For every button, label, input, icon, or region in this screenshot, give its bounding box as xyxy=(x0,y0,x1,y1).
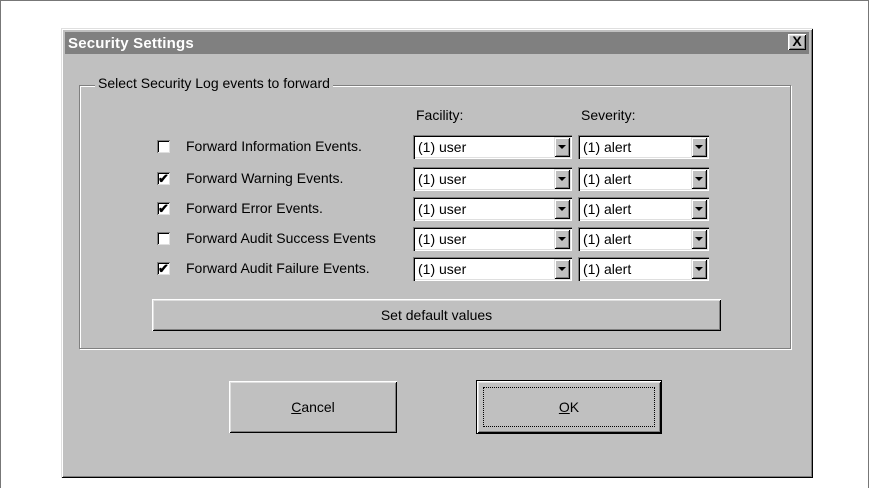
event-row-audit-failure: ✔ Forward Audit Failure Events. (1) user… xyxy=(61,257,813,281)
warning-checkbox[interactable]: ✔ xyxy=(157,172,170,185)
chevron-down-icon[interactable] xyxy=(554,137,570,157)
warning-facility-select[interactable]: (1) user xyxy=(413,167,572,191)
dialog-title: Security Settings xyxy=(68,35,194,52)
information-label: Forward Information Events. xyxy=(186,138,362,154)
set-default-values-label: Set default values xyxy=(380,307,493,323)
close-icon: X xyxy=(792,33,802,49)
focus-rectangle xyxy=(483,387,655,427)
chevron-down-icon[interactable] xyxy=(691,259,707,279)
chevron-down-icon[interactable] xyxy=(691,137,707,157)
severity-value: (1) alert xyxy=(583,171,632,187)
audit-success-checkbox[interactable] xyxy=(157,232,170,245)
chevron-down-icon[interactable] xyxy=(554,259,570,279)
error-checkbox[interactable]: ✔ xyxy=(157,202,170,215)
audit-success-severity-select[interactable]: (1) alert xyxy=(578,227,709,251)
event-row-warning: ✔ Forward Warning Events. (1) user (1) a… xyxy=(61,167,813,191)
event-row-error: ✔ Forward Error Events. (1) user (1) ale… xyxy=(61,197,813,221)
facility-value: (1) user xyxy=(418,231,467,247)
audit-failure-checkbox[interactable]: ✔ xyxy=(157,262,170,275)
title-bar[interactable]: Security Settings X xyxy=(65,32,809,54)
chevron-down-icon[interactable] xyxy=(691,199,707,219)
information-severity-select[interactable]: (1) alert xyxy=(578,135,709,159)
chevron-down-icon[interactable] xyxy=(691,169,707,189)
close-button[interactable]: X xyxy=(788,34,806,50)
error-severity-select[interactable]: (1) alert xyxy=(578,197,709,221)
severity-value: (1) alert xyxy=(583,139,632,155)
information-checkbox[interactable] xyxy=(157,140,170,153)
facility-value: (1) user xyxy=(418,261,467,277)
facility-value: (1) user xyxy=(418,201,467,217)
facility-value: (1) user xyxy=(418,171,467,187)
event-row-audit-success: Forward Audit Success Events (1) user (1… xyxy=(61,227,813,251)
severity-value: (1) alert xyxy=(583,201,632,217)
warning-severity-select[interactable]: (1) alert xyxy=(578,167,709,191)
audit-failure-label: Forward Audit Failure Events. xyxy=(186,260,370,276)
event-row-information: Forward Information Events. (1) user (1)… xyxy=(61,135,813,159)
chevron-down-icon[interactable] xyxy=(554,169,570,189)
cancel-label: ancel xyxy=(301,399,335,415)
cancel-button[interactable]: Cancel xyxy=(229,381,397,433)
error-facility-select[interactable]: (1) user xyxy=(413,197,572,221)
severity-value: (1) alert xyxy=(583,261,632,277)
ok-button[interactable]: OK xyxy=(477,381,661,433)
facility-header: Facility: xyxy=(416,107,464,123)
audit-failure-facility-select[interactable]: (1) user xyxy=(413,257,572,281)
audit-success-label: Forward Audit Success Events xyxy=(186,230,376,246)
chevron-down-icon[interactable] xyxy=(691,229,707,249)
severity-header: Severity: xyxy=(581,107,636,123)
severity-value: (1) alert xyxy=(583,231,632,247)
chevron-down-icon[interactable] xyxy=(554,229,570,249)
audit-failure-severity-select[interactable]: (1) alert xyxy=(578,257,709,281)
warning-label: Forward Warning Events. xyxy=(186,170,344,186)
audit-success-facility-select[interactable]: (1) user xyxy=(413,227,572,251)
information-facility-select[interactable]: (1) user xyxy=(413,135,572,159)
error-label: Forward Error Events. xyxy=(186,200,323,216)
facility-value: (1) user xyxy=(418,139,467,155)
cancel-mnemonic: C xyxy=(291,399,302,415)
chevron-down-icon[interactable] xyxy=(554,199,570,219)
set-default-values-button[interactable]: Set default values xyxy=(152,299,721,331)
group-legend: Select Security Log events to forward xyxy=(95,75,333,91)
security-settings-dialog: Security Settings X Select Security Log … xyxy=(61,28,813,478)
